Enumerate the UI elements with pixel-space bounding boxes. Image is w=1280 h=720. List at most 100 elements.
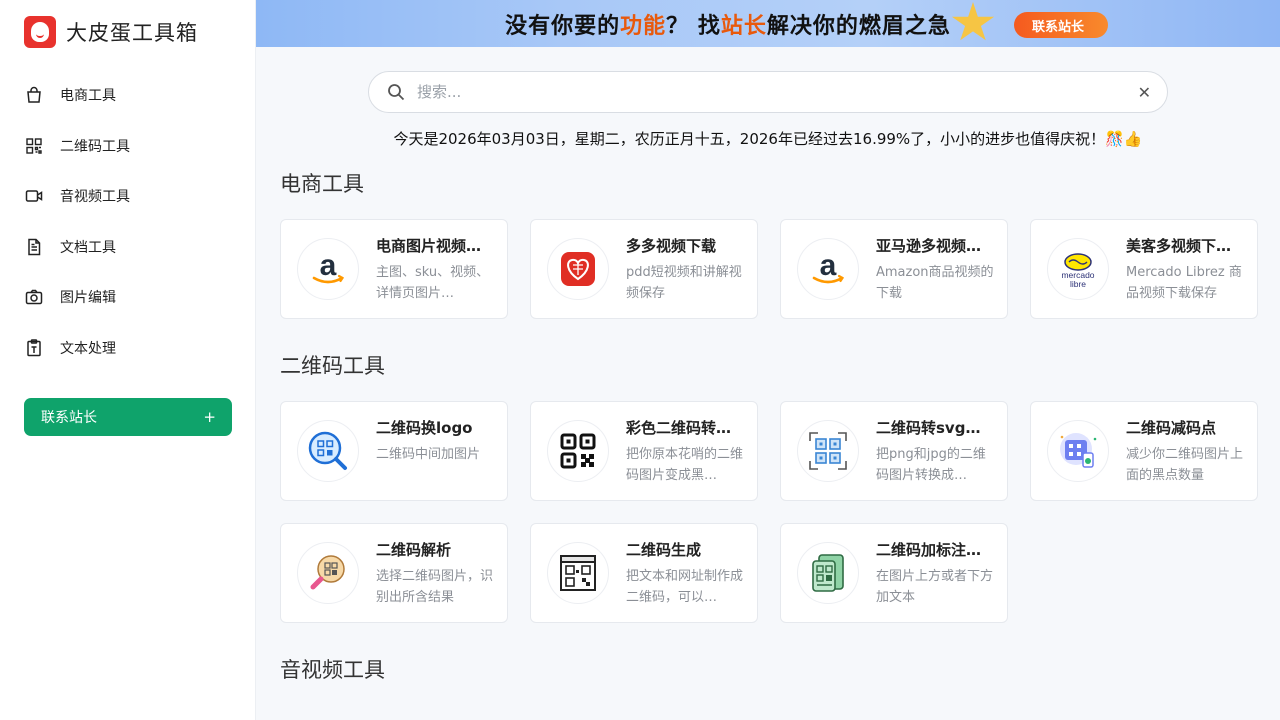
clear-icon[interactable]: ✕ (1138, 83, 1151, 102)
main-content: 没有你要的功能？ 找站长解决你的燃眉之急 联系站长 ✕ 今天是2026年03月0… (256, 0, 1280, 720)
sidebar-item-av[interactable]: 音视频工具 (0, 171, 255, 222)
qr-black-icon (547, 420, 609, 482)
pinduoduo-icon (547, 238, 609, 300)
tool-card[interactable]: 二维码减码点 减少你二维码图片上面的黑点数量 (1030, 401, 1258, 501)
card-body: 二维码加标注… 在图片上方或者下方加文本 (876, 539, 994, 608)
section-av: 音视频工具 (256, 654, 1280, 682)
tool-card[interactable]: 二维码换logo 二维码中间加图片 (280, 401, 508, 501)
tool-card[interactable]: 二维码生成 把文本和网址制作成二维码，可以… (530, 523, 758, 623)
banner-text-part: 没有你要的 (505, 13, 621, 39)
search-icon (387, 83, 405, 101)
card-title: 多多视频下载 (626, 236, 717, 255)
search-box: ✕ (368, 71, 1168, 113)
card-body: 亚马逊多视频… Amazon商品视频的下载 (876, 235, 994, 304)
plus-icon: + (203, 408, 216, 426)
card-desc: Amazon商品视频的下载 (876, 264, 994, 301)
sidebar-item-ecommerce[interactable]: 电商工具 (0, 70, 255, 121)
card-title: 电商图片视频… (376, 236, 482, 255)
card-desc: 二维码中间加图片 (376, 446, 481, 462)
svg-text:a: a (320, 249, 337, 282)
mercadolibre-icon: mercado libre (1047, 238, 1109, 300)
sidebar: 大皮蛋工具箱 电商工具 二维码工具 音视频工具 文档工具 图片编辑 文本处理 联… (0, 0, 256, 720)
card-title: 美客多视频下… (1126, 236, 1232, 255)
tool-card[interactable]: a 电商图片视频… 主图、sku、视频、详情页图片… (280, 219, 508, 319)
text-clipboard-icon (25, 339, 43, 357)
qrcode-icon (25, 137, 43, 155)
egg-face-logo-icon (24, 16, 56, 48)
card-desc: 选择二维码图片，识别出所含结果 (376, 568, 494, 605)
banner-text: 没有你要的功能？ 找站长解决你的燃眉之急 (505, 8, 951, 40)
card-body: 彩色二维码转… 把你原本花哨的二维码图片变成黑… (626, 417, 744, 486)
tool-card[interactable]: 彩色二维码转… 把你原本花哨的二维码图片变成黑… (530, 401, 758, 501)
card-desc: 在图片上方或者下方加文本 (876, 568, 994, 605)
brand[interactable]: 大皮蛋工具箱 (0, 0, 255, 64)
sidebar-item-label: 图片编辑 (60, 290, 116, 307)
section-title: 二维码工具 (280, 354, 385, 378)
tool-card[interactable]: 二维码加标注… 在图片上方或者下方加文本 (780, 523, 1008, 623)
qr-annotate-icon (797, 542, 859, 604)
sidebar-item-label: 电商工具 (60, 88, 116, 105)
amazon-icon: a (797, 238, 859, 300)
card-desc: pdd短视频和讲解视频保存 (626, 264, 742, 301)
card-body: 二维码换logo 二维码中间加图片 (376, 417, 494, 486)
card-desc: 把png和jpg的二维码图片转换成… (876, 446, 986, 483)
banner-text-part: 解决你的燃眉之急 (766, 13, 951, 39)
search-area: ✕ (256, 47, 1280, 113)
card-desc: 减少你二维码图片上面的黑点数量 (1126, 446, 1244, 483)
tool-card[interactable]: 二维码解析 选择二维码图片，识别出所含结果 (280, 523, 508, 623)
sidebar-item-label: 文档工具 (60, 239, 116, 256)
tool-card[interactable]: mercado libre 美客多视频下… Mercado Librez 商品视频… (1030, 219, 1258, 319)
qr-magnifier-icon (297, 420, 359, 482)
sidebar-item-label: 文本处理 (60, 340, 116, 357)
card-body: 二维码解析 选择二维码图片，识别出所含结果 (376, 539, 494, 608)
tool-grid: a 电商图片视频… 主图、sku、视频、详情页图片… 多多视频下载 pdd短视频… (280, 219, 1280, 319)
banner-highlight: 功能 (620, 13, 667, 39)
tool-card[interactable]: 多多视频下载 pdd短视频和讲解视频保存 (530, 219, 758, 319)
app-root: 大皮蛋工具箱 电商工具 二维码工具 音视频工具 文档工具 图片编辑 文本处理 联… (0, 0, 1280, 720)
promo-banner[interactable]: 没有你要的功能？ 找站长解决你的燃眉之急 联系站长 (256, 0, 1280, 47)
banner-highlight: 站长 (720, 13, 767, 39)
card-desc: 把文本和网址制作成二维码，可以… (626, 568, 744, 605)
card-body: 多多视频下载 pdd短视频和讲解视频保存 (626, 235, 744, 304)
card-title: 二维码减码点 (1126, 418, 1217, 437)
card-body: 二维码减码点 减少你二维码图片上面的黑点数量 (1126, 417, 1244, 486)
card-desc: 把你原本花哨的二维码图片变成黑… (626, 446, 744, 483)
section-ecommerce: 电商工具 a 电商图片视频… 主图、sku、视频、详情页图片… 多多视频下载 p… (256, 168, 1280, 319)
brand-title: 大皮蛋工具箱 (66, 21, 198, 45)
contact-admin-label: 联系站长 (41, 410, 97, 426)
card-title: 二维码解析 (376, 540, 452, 559)
date-progress-text: 今天是2026年03月03日，星期二，农历正月十五，2026年已经过去16.99… (393, 130, 1143, 148)
svg-text:a: a (820, 249, 837, 282)
card-body: 电商图片视频… 主图、sku、视频、详情页图片… (376, 235, 494, 304)
banner-contact-button[interactable]: 联系站长 (1014, 12, 1108, 38)
contact-admin-button[interactable]: 联系站长 + (24, 398, 232, 436)
qr-reduce-icon (1047, 420, 1109, 482)
sidebar-item-qrcode[interactable]: 二维码工具 (0, 121, 255, 172)
card-desc: 主图、sku、视频、详情页图片… (376, 264, 490, 301)
card-body: 二维码转svg… 把png和jpg的二维码图片转换成… (876, 417, 994, 486)
card-title: 彩色二维码转… (626, 418, 732, 437)
sidebar-item-document[interactable]: 文档工具 (0, 222, 255, 273)
sidebar-item-label: 音视频工具 (60, 189, 130, 206)
tool-card[interactable]: 二维码转svg… 把png和jpg的二维码图片转换成… (780, 401, 1008, 501)
sidebar-nav: 电商工具 二维码工具 音视频工具 文档工具 图片编辑 文本处理 (0, 70, 255, 373)
search-input[interactable] (417, 83, 1138, 101)
camera-icon (25, 288, 43, 306)
card-title: 亚马逊多视频… (876, 236, 982, 255)
sidebar-item-text[interactable]: 文本处理 (0, 323, 255, 374)
svg-text:libre: libre (1070, 279, 1086, 289)
qr-scan-frame-icon (797, 420, 859, 482)
banner-text-part: ？ 找 (666, 13, 721, 39)
star-mascot-icon (951, 2, 995, 41)
card-body: 美客多视频下… Mercado Librez 商品视频下载保存 (1126, 235, 1244, 304)
card-body: 二维码生成 把文本和网址制作成二维码，可以… (626, 539, 744, 608)
section-title: 电商工具 (280, 172, 364, 196)
video-camera-icon (25, 187, 43, 205)
sidebar-item-image-edit[interactable]: 图片编辑 (0, 272, 255, 323)
section-qrcode: 二维码工具 二维码换logo 二维码中间加图片 彩色二维码转… 把你原本花哨的二… (256, 350, 1280, 623)
card-title: 二维码转svg… (876, 418, 981, 437)
tool-card[interactable]: a 亚马逊多视频… Amazon商品视频的下载 (780, 219, 1008, 319)
sidebar-item-label: 二维码工具 (60, 138, 130, 155)
qr-generate-icon (547, 542, 609, 604)
card-desc: Mercado Librez 商品视频下载保存 (1126, 264, 1242, 301)
